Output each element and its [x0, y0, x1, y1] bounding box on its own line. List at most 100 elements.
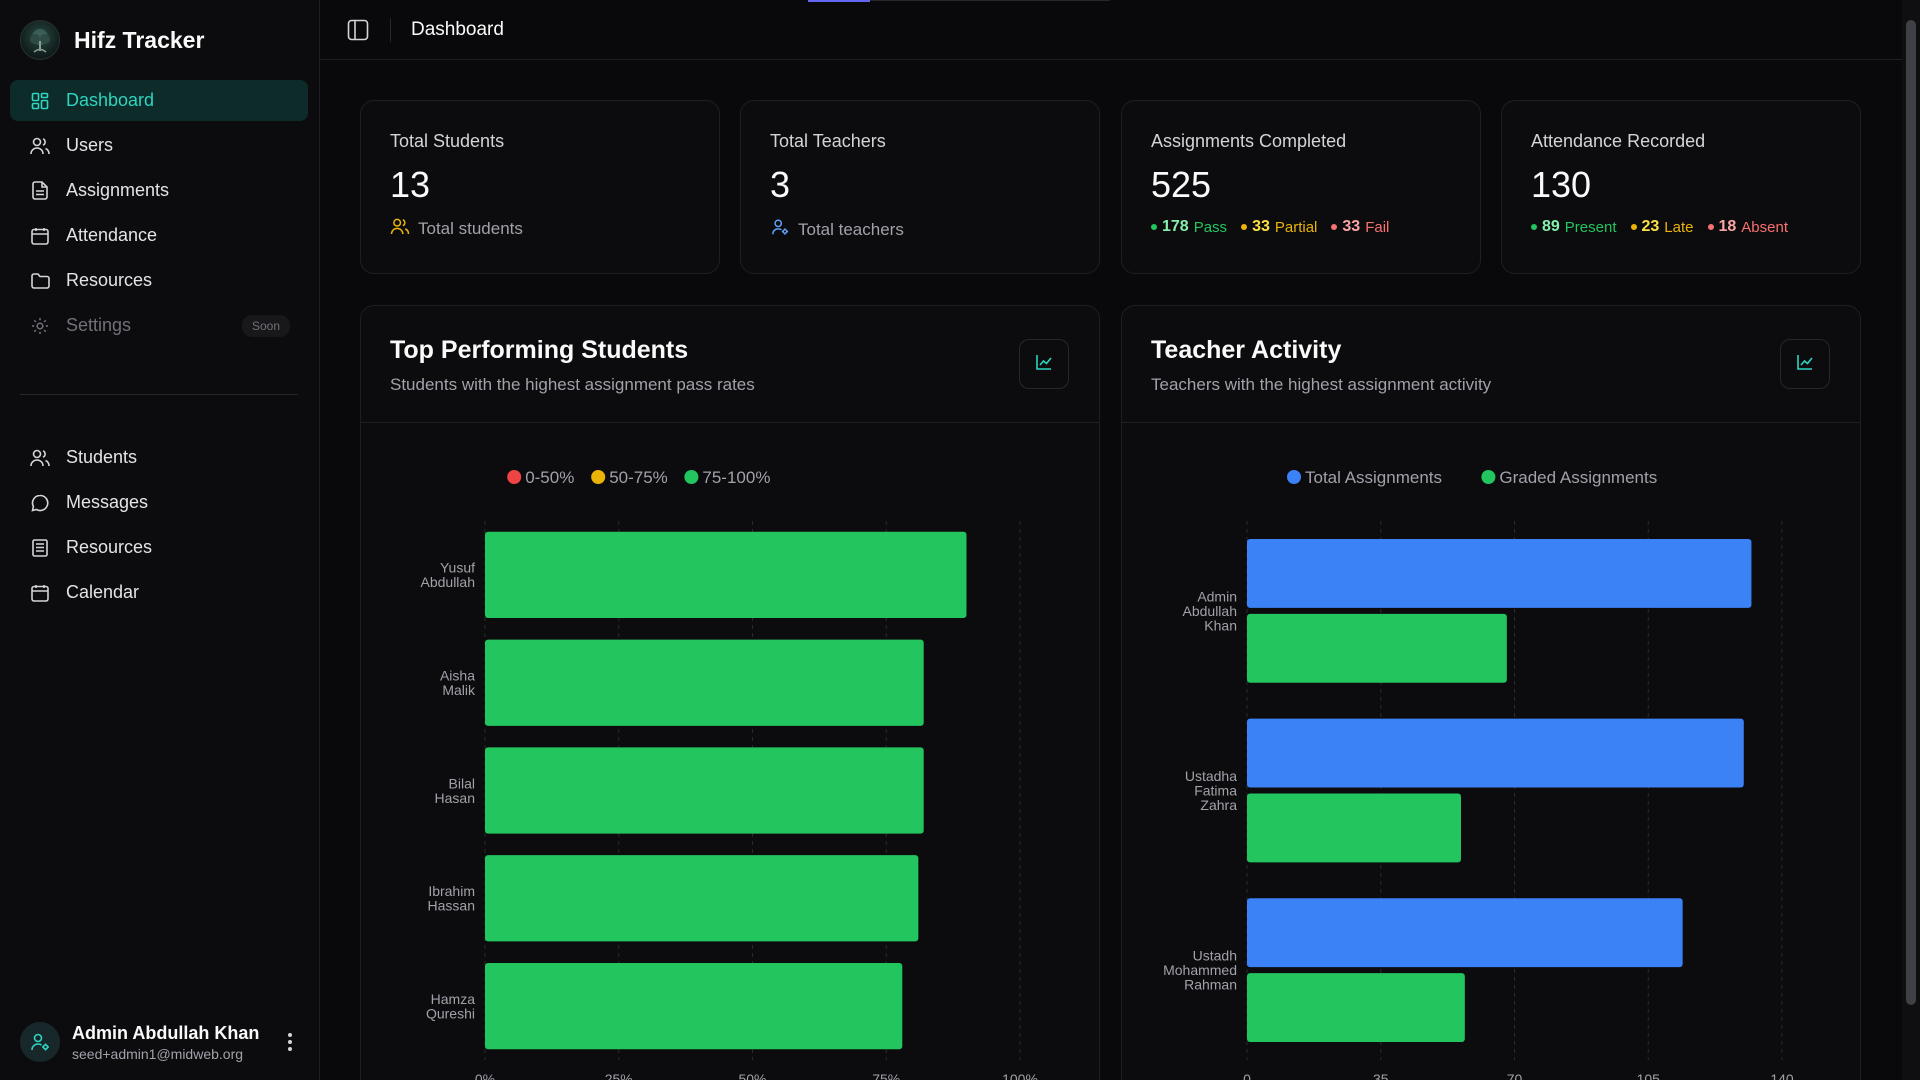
- legend-label: 0-50%: [525, 468, 574, 487]
- legend-marker: [1481, 470, 1496, 484]
- legend-marker: [1287, 470, 1301, 484]
- chart-title: Teacher Activity: [1151, 336, 1342, 364]
- y-tick-label: Yusuf Abdullah: [421, 560, 476, 591]
- y-tick-label-line: Khan: [1204, 617, 1237, 633]
- chart-title: Top Performing Students: [390, 336, 689, 364]
- top-students-card: Top Performing Students Students with th…: [360, 305, 1100, 1080]
- bar: [485, 531, 967, 619]
- topbar: Dashboard: [320, 0, 1902, 60]
- chart-toggle-button[interactable]: [1780, 339, 1830, 389]
- legend-label: 75-100%: [702, 468, 770, 487]
- fail-count: 33 Fail: [1331, 218, 1389, 236]
- stat-value: 3: [770, 164, 791, 205]
- y-tick-label: Ibrahim Hassan: [428, 883, 475, 914]
- y-tick-label: Bilal Hasan: [435, 775, 475, 806]
- users-icon: [30, 448, 50, 468]
- present-count: 89 Present: [1531, 218, 1617, 236]
- x-tick-label: 75%: [872, 1071, 900, 1080]
- topbar-divider: [390, 17, 391, 42]
- sidebar-item-calendar[interactable]: Calendar: [10, 572, 308, 613]
- users-icon: [30, 136, 50, 156]
- sidebar-item-label: Messages: [66, 492, 149, 512]
- secondary-nav: Students Messages Resources Calendar: [10, 437, 308, 617]
- x-tick-label: 0: [1243, 1071, 1251, 1080]
- gear-icon: [30, 316, 50, 336]
- sidebar-item-label: Resources: [66, 537, 153, 557]
- sidebar-item-label: Assignments: [66, 180, 170, 200]
- teacher-activity-chart: Total Assignments Graded Assignments 0 35 70…: [1163, 468, 1794, 1080]
- legend-marker: [591, 470, 606, 484]
- sidebar-item-settings: Settings Soon: [10, 305, 308, 346]
- scrollbar-thumb[interactable]: [1906, 20, 1916, 1005]
- late-count: 23 Late: [1630, 218, 1694, 236]
- page-title: Dashboard: [411, 18, 504, 40]
- bar: [1247, 793, 1461, 863]
- sidebar-toggle-icon[interactable]: [344, 16, 372, 44]
- legend-label: Total Assignments: [1305, 468, 1442, 487]
- loading-track: [870, 0, 1110, 1]
- stat-sub-label: Total students: [418, 219, 523, 238]
- stat-card-attendance: Attendance Recorded 130 89 Present 23 Late…: [1501, 100, 1861, 274]
- sidebar-item-messages[interactable]: Messages: [10, 482, 308, 523]
- y-tick-label: Aisha Malik: [440, 667, 476, 698]
- line-chart-icon: [1796, 353, 1814, 376]
- stat-subtext: Total students: [390, 218, 690, 240]
- y-tick-label-line: Zahra: [1200, 797, 1237, 813]
- tree-logo-icon: [20, 20, 60, 60]
- sidebar-item-label: Attendance: [66, 225, 158, 245]
- y-tick-label-line: Hasan: [435, 790, 475, 806]
- bar: [1247, 613, 1507, 683]
- stat-value: 525: [1151, 164, 1212, 205]
- bar: [485, 962, 903, 1050]
- users-icon: [390, 218, 410, 240]
- top-students-chart: 0-50%50-75%75-100%0%25%50%75%100%Pass Ra…: [421, 468, 1038, 1080]
- book-icon: [30, 538, 50, 558]
- soon-badge: Soon: [241, 314, 290, 337]
- sidebar-item-dashboard[interactable]: Dashboard: [10, 80, 308, 121]
- stat-breakdown: 178 Pass 33 Partial 33 Fail: [1151, 218, 1451, 236]
- sidebar: Hifz Tracker Dashboard Users Assignments…: [0, 0, 320, 1080]
- stat-label: Assignments Completed: [1151, 131, 1347, 151]
- sidebar-item-students[interactable]: Students: [10, 437, 308, 478]
- x-tick-label: 70: [1507, 1071, 1523, 1080]
- sidebar-item-resources-2[interactable]: Resources: [10, 527, 308, 568]
- chart-subtitle: Students with the highest assignment pas…: [390, 375, 755, 394]
- chart-header: Teacher Activity Teachers with the highe…: [1122, 306, 1860, 423]
- sidebar-item-label: Settings: [66, 315, 132, 335]
- user-email: seed+admin1@midweb.org: [72, 1045, 244, 1062]
- stat-breakdown: 89 Present 23 Late 18 Absent: [1531, 218, 1831, 236]
- chart-header: Top Performing Students Students with th…: [361, 306, 1099, 423]
- sidebar-item-users[interactable]: Users: [10, 125, 308, 166]
- sidebar-item-resources[interactable]: Resources: [10, 260, 308, 301]
- more-vertical-icon[interactable]: [280, 1030, 300, 1054]
- sidebar-item-attendance[interactable]: Attendance: [10, 215, 308, 256]
- x-tick-label: 140: [1770, 1071, 1794, 1080]
- calendar-icon: [30, 226, 50, 246]
- y-tick-label-line: Hassan: [428, 898, 475, 914]
- bar: [485, 747, 924, 834]
- sidebar-item-label: Users: [66, 135, 114, 155]
- stat-card-assignments: Assignments Completed 525 178 Pass 33 Part…: [1121, 100, 1481, 274]
- user-profile[interactable]: Admin Abdullah Khan seed+admin1@midweb.o…: [20, 1022, 300, 1062]
- bar: [485, 855, 919, 942]
- stat-value: 13: [390, 164, 431, 205]
- sidebar-item-label: Calendar: [66, 582, 140, 602]
- x-tick-label: 25%: [605, 1071, 633, 1080]
- y-tick-label: Admin Abdullah Khan: [1183, 588, 1238, 633]
- stat-label: Attendance Recorded: [1531, 131, 1706, 151]
- chart-subtitle: Teachers with the highest assignment act…: [1151, 375, 1492, 394]
- x-tick-label: 105: [1637, 1071, 1661, 1080]
- sidebar-divider: [20, 394, 298, 395]
- y-tick-label: Hamza Qureshi: [426, 991, 475, 1022]
- chart-toggle-button[interactable]: [1019, 339, 1069, 389]
- sidebar-item-assignments[interactable]: Assignments: [10, 170, 308, 211]
- stat-card-students: Total Students 13 Total students: [360, 100, 720, 274]
- sidebar-item-label: Students: [66, 447, 138, 467]
- folder-icon: [30, 271, 50, 291]
- scrollbar[interactable]: [1902, 0, 1920, 1080]
- app-name: Hifz Tracker: [74, 26, 205, 53]
- user-avatar-icon: [20, 1022, 60, 1062]
- stat-label: Total Teachers: [770, 131, 886, 151]
- brand[interactable]: Hifz Tracker: [20, 20, 204, 60]
- y-tick-label: Ustadha Fatima Zahra: [1185, 768, 1237, 813]
